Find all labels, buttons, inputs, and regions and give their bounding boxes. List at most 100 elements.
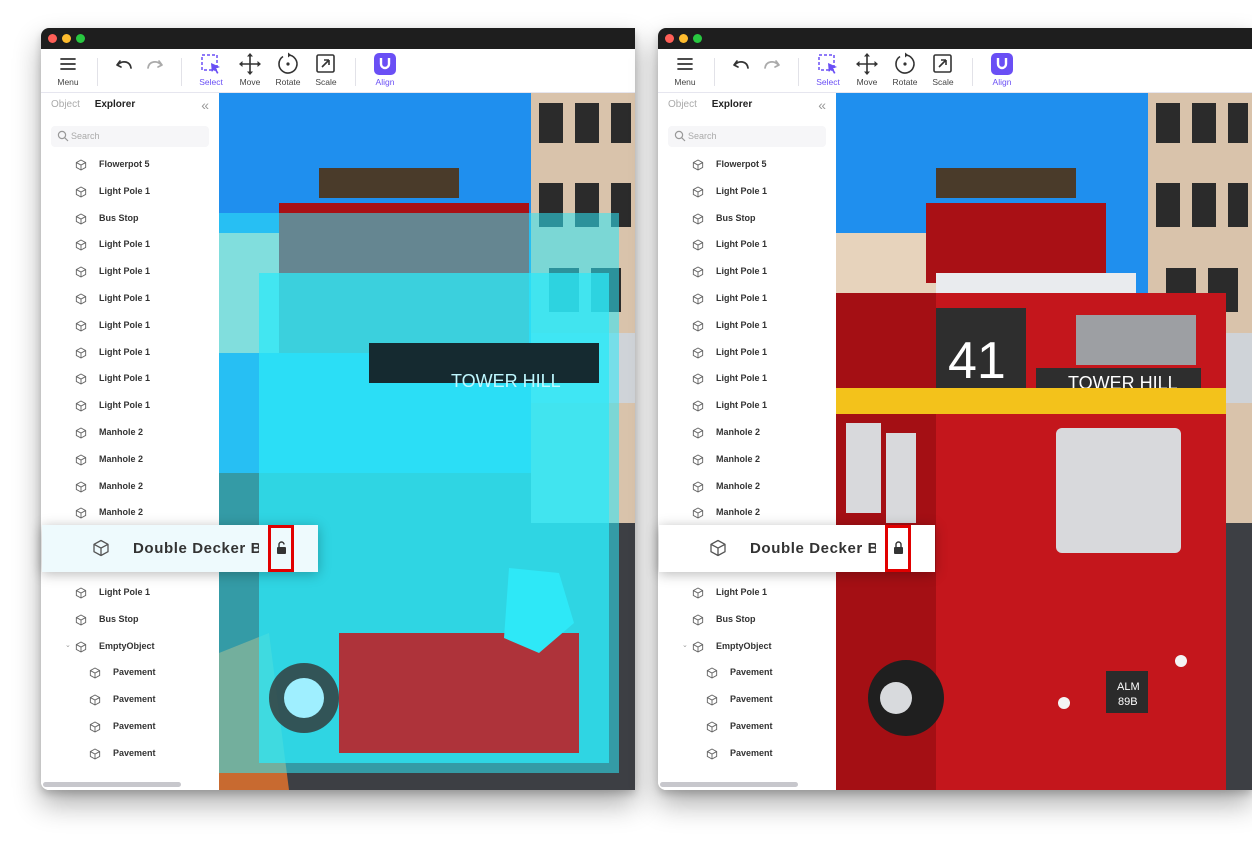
move-tool-button[interactable]: Move xyxy=(849,51,885,91)
list-item[interactable]: Light Pole 1 xyxy=(41,258,219,284)
list-item[interactable]: Manhole 2 xyxy=(41,473,219,499)
list-item[interactable]: Light Pole 1 xyxy=(41,178,219,204)
tab-object[interactable]: Object xyxy=(668,99,697,110)
search-input[interactable]: Search xyxy=(51,126,209,147)
collapse-panel-icon[interactable]: « xyxy=(818,97,826,113)
maximize-window-button[interactable] xyxy=(693,34,702,43)
list-item[interactable]: Light Pole 1 xyxy=(41,312,219,338)
lock-toggle-button[interactable] xyxy=(885,525,911,572)
align-tool-button[interactable]: Align xyxy=(367,51,403,91)
list-item[interactable]: Flowerpot 5 xyxy=(658,151,836,177)
list-item[interactable]: Pavement xyxy=(41,740,219,766)
list-item[interactable]: Light Pole 1 xyxy=(658,339,836,365)
hamburger-icon xyxy=(60,58,76,70)
list-item[interactable]: Light Pole 1 xyxy=(41,579,219,605)
menu-button[interactable]: Menu xyxy=(50,51,86,91)
list-item[interactable]: Manhole 2 xyxy=(41,499,219,525)
list-item[interactable]: ⌄ EmptyObject xyxy=(41,633,219,659)
close-window-button[interactable] xyxy=(665,34,674,43)
locked-icon xyxy=(894,541,903,554)
list-item[interactable]: Manhole 2 xyxy=(41,419,219,445)
list-item[interactable]: Light Pole 1 xyxy=(41,365,219,391)
list-item[interactable]: Pavement xyxy=(658,740,836,766)
expand-chevron-icon[interactable]: ⌄ xyxy=(65,641,71,649)
maximize-window-button[interactable] xyxy=(76,34,85,43)
align-tool-button[interactable]: Align xyxy=(984,51,1020,91)
list-item[interactable]: Light Pole 1 xyxy=(41,231,219,257)
rotate-tool-button[interactable]: Rotate xyxy=(887,51,923,91)
list-item[interactable]: Manhole 2 xyxy=(658,446,836,472)
collapse-panel-icon[interactable]: « xyxy=(201,97,209,113)
list-item[interactable]: Flowerpot 5 xyxy=(41,151,219,177)
list-item[interactable]: Pavement xyxy=(41,659,219,685)
cube-icon xyxy=(75,613,87,631)
cube-icon xyxy=(706,666,718,684)
menu-button[interactable]: Menu xyxy=(667,51,703,91)
list-item[interactable]: Light Pole 1 xyxy=(658,285,836,311)
scale-icon xyxy=(933,54,952,73)
list-item[interactable]: Bus Stop xyxy=(658,205,836,231)
list-item[interactable]: Bus Stop xyxy=(41,606,219,632)
list-item[interactable]: Pavement xyxy=(41,686,219,712)
list-item[interactable]: Pavement xyxy=(658,713,836,739)
move-icon xyxy=(856,53,878,75)
list-item[interactable]: Pavement xyxy=(41,713,219,739)
close-window-button[interactable] xyxy=(48,34,57,43)
cube-icon xyxy=(93,539,109,557)
list-item[interactable]: Manhole 2 xyxy=(658,499,836,525)
search-input[interactable]: Search xyxy=(668,126,826,147)
list-item[interactable]: Light Pole 1 xyxy=(658,365,836,391)
rotate-tool-button[interactable]: Rotate xyxy=(270,51,306,91)
list-item[interactable]: Light Pole 1 xyxy=(658,231,836,257)
scale-tool-button[interactable]: Scale xyxy=(308,51,344,91)
list-item[interactable]: Bus Stop xyxy=(658,606,836,632)
magnet-icon xyxy=(991,53,1013,75)
list-item[interactable]: Manhole 2 xyxy=(658,473,836,499)
list-item-label: Pavement xyxy=(113,694,156,705)
redo-icon xyxy=(764,60,780,69)
plate-line-1: ALM xyxy=(1117,681,1140,693)
rotate-icon xyxy=(278,52,298,74)
list-item[interactable]: Light Pole 1 xyxy=(658,312,836,338)
rotate-icon xyxy=(895,52,915,74)
list-item[interactable]: Light Pole 1 xyxy=(41,339,219,365)
align-label: Align xyxy=(375,77,395,87)
list-item[interactable]: Light Pole 1 xyxy=(658,258,836,284)
list-item[interactable]: Manhole 2 xyxy=(658,419,836,445)
list-item[interactable]: Light Pole 1 xyxy=(658,392,836,418)
move-tool-button[interactable]: Move xyxy=(232,51,268,91)
list-item-label: Light Pole 1 xyxy=(716,293,768,303)
tab-object[interactable]: Object xyxy=(51,99,80,110)
search-icon xyxy=(57,130,69,142)
select-tool-button[interactable]: Select xyxy=(193,51,229,91)
minimize-window-button[interactable] xyxy=(679,34,688,43)
scale-tool-button[interactable]: Scale xyxy=(925,51,961,91)
scene-viewport[interactable]: TOWER HILL xyxy=(219,93,635,790)
tab-explorer[interactable]: Explorer xyxy=(712,99,753,110)
dragged-row-unlocked[interactable]: Double Decker Bus xyxy=(42,525,318,572)
cube-icon xyxy=(89,693,101,711)
scene-viewport[interactable]: 41 TOWER HILL ALM 89B xyxy=(836,93,1252,790)
dragged-row-locked[interactable]: Double Decker Bus xyxy=(659,525,935,572)
list-item[interactable]: Manhole 2 xyxy=(41,446,219,472)
list-item-label: Light Pole 1 xyxy=(99,185,151,196)
list-item[interactable]: Light Pole 1 xyxy=(41,285,219,311)
list-item[interactable]: Pavement xyxy=(658,659,836,685)
list-item-label: Pavement xyxy=(730,694,773,705)
plate-line-2: 89B xyxy=(1118,696,1138,708)
tab-explorer[interactable]: Explorer xyxy=(95,99,136,110)
horizontal-scrollbar[interactable] xyxy=(43,782,181,787)
select-tool-button[interactable]: Select xyxy=(810,51,846,91)
redo-button[interactable] xyxy=(753,51,789,91)
list-item[interactable]: ⌄ EmptyObject xyxy=(658,633,836,659)
expand-chevron-icon[interactable]: ⌄ xyxy=(682,641,688,649)
horizontal-scrollbar[interactable] xyxy=(660,782,798,787)
list-item[interactable]: Bus Stop xyxy=(41,205,219,231)
list-item[interactable]: Pavement xyxy=(658,686,836,712)
list-item[interactable]: Light Pole 1 xyxy=(41,392,219,418)
lock-toggle-button[interactable] xyxy=(268,525,294,572)
redo-button[interactable] xyxy=(136,51,172,91)
list-item[interactable]: Light Pole 1 xyxy=(658,579,836,605)
minimize-window-button[interactable] xyxy=(62,34,71,43)
list-item[interactable]: Light Pole 1 xyxy=(658,178,836,204)
